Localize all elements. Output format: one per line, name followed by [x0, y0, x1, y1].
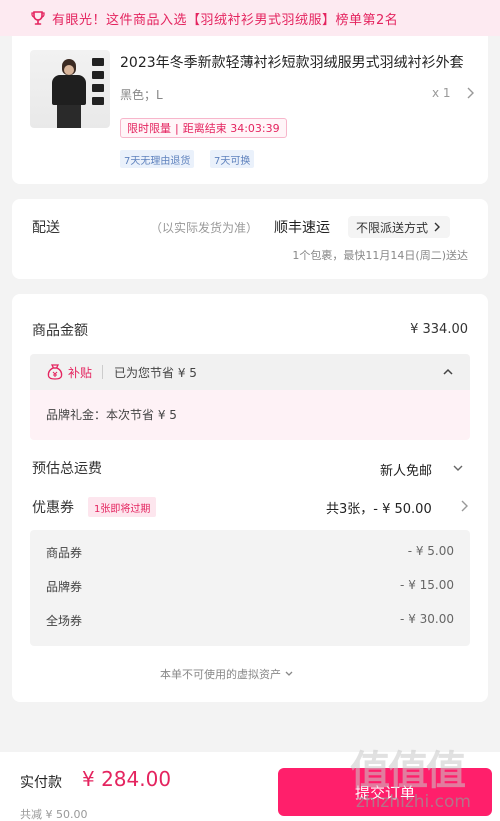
ranking-banner[interactable]: 有眼光！这件商品入选【羽绒衬衫男式羽绒服】榜单第2名 [0, 0, 500, 36]
paid-label: 实付款 [20, 775, 62, 791]
product-title[interactable]: 2023年冬季新款轻薄衬衫短款羽绒服男式羽绒衬衫外套 [120, 52, 465, 72]
feature-badge [92, 97, 104, 105]
chevron-right-icon [434, 222, 441, 232]
delivery-estimate: 1个包裹，最快11月14日(周二)送达 [292, 249, 468, 262]
coupon-label: 优惠券 [32, 500, 74, 516]
money-bag-icon [47, 364, 63, 380]
subsidy-tag: 补贴 [68, 366, 93, 380]
subsidy-text: 已为您节省 ¥ 5 [114, 366, 197, 380]
shipping-value[interactable]: 新人免邮 [380, 460, 432, 479]
product-spec[interactable]: 黑色；L [120, 86, 163, 103]
promo-separator: | [175, 121, 179, 135]
coupon-amount: - ¥ 5.00 [407, 544, 454, 558]
coupon-breakdown: 商品券 - ¥ 5.00 品牌券 - ¥ 15.00 全场券 - ¥ 30.00 [30, 530, 470, 646]
paid-amount: ¥ 284.00 [82, 767, 172, 791]
feature-badge [92, 71, 104, 79]
checkout-bar: 实付款 ¥ 284.00 共减 ¥ 50.00 提交订单 [0, 752, 500, 821]
coupon-name: 品牌券 [46, 580, 83, 594]
saved-amount: 共减 ¥ 50.00 [20, 808, 88, 821]
delivery-label: 配送 [32, 220, 60, 236]
chevron-right-icon[interactable] [458, 499, 470, 513]
coupon-expiry-badge: 1张即将过期 [88, 497, 157, 517]
coupon-name: 商品券 [46, 546, 83, 560]
chevron-right-icon[interactable] [464, 86, 476, 100]
product-card: 2023年冬季新款轻薄衬衫短款羽绒服男式羽绒衬衫外套 黑色；L x 1 限时限量… [12, 36, 488, 184]
product-thumbnail[interactable] [30, 50, 110, 128]
promo-label: 限时限量 [127, 122, 171, 135]
chevron-up-icon[interactable] [442, 366, 454, 378]
delivery-carrier: 顺丰速运 [274, 220, 330, 236]
promo-countdown: 距离结束 34:03:39 [182, 122, 280, 135]
feature-badge [92, 58, 104, 66]
divider [102, 365, 103, 379]
chevron-down-icon[interactable] [452, 462, 464, 474]
model-face [64, 65, 74, 75]
subsidy-header[interactable]: 补贴 已为您节省 ¥ 5 [30, 354, 470, 390]
trophy-icon [30, 10, 46, 26]
subsidy-detail: 品牌礼金：本次节省 ¥ 5 [46, 408, 177, 422]
product-quantity[interactable]: x 1 [432, 86, 451, 100]
virtual-assets-label: 本单不可使用的虚拟资产 [160, 668, 281, 681]
promo-tag: 限时限量 | 距离结束 34:03:39 [120, 118, 287, 138]
coupon-amount: - ¥ 30.00 [400, 612, 454, 626]
delivery-note: （以实际发货为准） [150, 221, 259, 235]
chevron-down-icon [285, 671, 293, 676]
virtual-assets-link[interactable]: 本单不可使用的虚拟资产 [160, 666, 294, 682]
subsidy-panel: 补贴 已为您节省 ¥ 5 品牌礼金：本次节省 ¥ 5 [30, 354, 470, 440]
coupon-name: 全场券 [46, 614, 83, 628]
shipping-label: 预估总运费 [32, 461, 102, 477]
amount-card: 商品金额 ¥ 334.00 补贴 已为您节省 ¥ 5 品牌礼金：本次节省 ¥ 5… [12, 294, 488, 702]
model-pants [57, 105, 81, 128]
coupon-amount: - ¥ 15.00 [400, 578, 454, 592]
delivery-method-selector[interactable]: 不限派送方式 [348, 216, 451, 238]
coupon-value[interactable]: 共3张，- ¥ 50.00 [326, 498, 432, 517]
service-tag-return: 7天无理由退货 [120, 150, 195, 168]
banner-text: 有眼光！这件商品入选【羽绒衬衫男式羽绒服】榜单第2名 [52, 12, 399, 28]
delivery-method-label: 不限派送方式 [356, 220, 429, 235]
submit-order-button[interactable]: 提交订单 [278, 768, 492, 816]
model-jacket [52, 75, 86, 105]
feature-badge [92, 84, 104, 92]
goods-amount-label: 商品金额 [32, 323, 88, 339]
goods-amount-value: ¥ 334.00 [410, 322, 468, 337]
delivery-card: 配送 （以实际发货为准） 顺丰速运 不限派送方式 1个包裹，最快11月14日(周… [12, 199, 488, 279]
service-tag-exchange: 7天可换 [210, 150, 255, 168]
